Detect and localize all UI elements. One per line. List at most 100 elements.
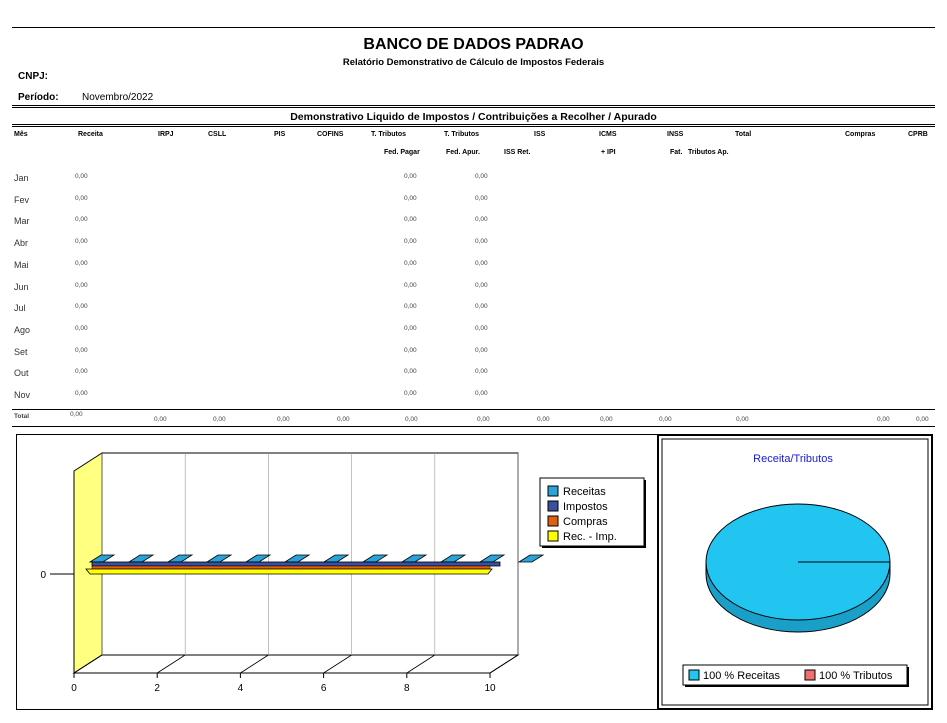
row-month: Out <box>14 368 29 379</box>
row-month: Ago <box>14 324 31 335</box>
row-fed-pagar: 0,00 <box>404 173 417 180</box>
totals-rule-bottom <box>12 426 935 427</box>
legend-swatch <box>547 515 559 527</box>
row-month: Jan <box>14 173 29 183</box>
report-subtitle: Relatório Demonstrativo de Cálculo de Im… <box>342 57 605 68</box>
legend-swatch <box>547 485 559 497</box>
row-fed-apur: 0,00 <box>475 281 488 289</box>
row-month: Fev <box>14 194 30 205</box>
bar-chart: 0 2 4 6 8 10 0 Receitas Impostos Compras Rec. - Im… <box>16 434 658 710</box>
total-value: 0,00 <box>213 416 226 423</box>
col-icms-2: + IPI <box>601 149 616 156</box>
totals-rule <box>12 409 935 410</box>
pie-legend-swatch <box>688 669 700 681</box>
row-fed-apur: 0,00 <box>475 303 488 311</box>
section-rule-top-2 <box>12 107 935 108</box>
total-value: 0,00 <box>405 416 418 423</box>
row-month: Jul <box>14 303 26 314</box>
col-fed-pagar: T. Tributos <box>371 131 406 138</box>
section-rule-bottom-2 <box>12 126 935 127</box>
col-total: Total <box>735 131 752 138</box>
row-receita: 0,00 <box>75 238 88 246</box>
x-tick-label: 2 <box>154 683 160 694</box>
col-receita: Receita <box>78 131 103 138</box>
plot-floor <box>72 654 520 674</box>
legend-swatch <box>547 530 559 542</box>
row-fed-pagar: 0,00 <box>404 368 417 376</box>
total-value: 0,00 <box>277 416 290 423</box>
row-month: Abr <box>14 238 29 249</box>
row-fed-apur: 0,00 <box>475 346 488 354</box>
y-tick-label: 0 <box>40 570 46 581</box>
section-title: Demonstrativo Liquido de Impostos / Cont… <box>290 111 657 123</box>
total-value: 0,00 <box>154 416 167 423</box>
legend-label: Impostos <box>563 501 608 513</box>
row-fed-apur: 0,00 <box>475 324 488 332</box>
row-receita: 0,00 <box>75 173 88 180</box>
row-receita: 0,00 <box>75 390 88 397</box>
x-tick-label: 6 <box>321 683 327 694</box>
col-csll: CSLL <box>208 131 227 138</box>
totals-label: Total <box>14 413 30 420</box>
row-fed-pagar: 0,00 <box>404 303 417 311</box>
section-rule-top <box>12 105 935 106</box>
row-fed-pagar: 0,00 <box>404 194 417 202</box>
row-fed-apur: 0,00 <box>475 173 488 180</box>
row-fed-pagar: 0,00 <box>404 259 417 267</box>
pie-legend-swatch <box>804 669 816 681</box>
row-fed-apur: 0,00 <box>475 238 488 246</box>
row-receita: 0,00 <box>75 194 88 202</box>
bar-impostos <box>91 561 501 567</box>
row-fed-pagar: 0,00 <box>404 216 417 224</box>
x-tick-label: 10 <box>484 683 496 694</box>
total-value: 0,00 <box>877 416 890 423</box>
top-rule <box>12 27 935 28</box>
section-rule-bottom <box>12 124 935 125</box>
col-cprb: CPRB <box>908 131 928 138</box>
col-icms: ICMS <box>599 131 617 138</box>
total-value: 0,00 <box>659 416 672 423</box>
row-month: Set <box>14 346 28 357</box>
periodo-value: Novembro/2022 <box>82 92 154 103</box>
pie-legend-label: 100 % Tributos <box>819 670 893 682</box>
row-receita: 0,00 <box>75 281 88 289</box>
total-value: 0,00 <box>70 411 83 418</box>
x-tick-label: 8 <box>404 683 410 694</box>
row-receita: 0,00 <box>75 324 88 332</box>
x-tick-label: 0 <box>71 683 77 694</box>
col-irpj: IRPJ <box>158 131 174 138</box>
legend-label: Receitas <box>563 486 606 498</box>
pie-legend-label: 100 % Receitas <box>703 670 781 682</box>
total-value: 0,00 <box>337 416 350 423</box>
row-fed-pagar: 0,00 <box>404 324 417 332</box>
row-receita: 0,00 <box>75 259 88 267</box>
row-month: Nov <box>14 390 31 400</box>
row-fed-pagar: 0,00 <box>404 281 417 289</box>
row-receita: 0,00 <box>75 346 88 354</box>
total-value: 0,00 <box>477 416 490 423</box>
legend-swatch <box>547 500 559 512</box>
col-compras: Compras <box>845 131 876 138</box>
row-fed-apur: 0,00 <box>475 259 488 267</box>
row-fed-apur: 0,00 <box>475 390 488 397</box>
total-value: 0,00 <box>916 416 929 423</box>
col-iss: ISS <box>534 131 546 138</box>
cnpj-label: CNPJ: <box>18 71 49 82</box>
legend-label: Compras <box>563 516 608 528</box>
report-title: BANCO DE DADOS PADRAO <box>363 36 584 53</box>
col-mes: Mês <box>14 131 28 138</box>
pie-title: Receita/Tributos <box>753 453 833 465</box>
row-fed-pagar: 0,00 <box>404 346 417 354</box>
row-fed-apur: 0,00 <box>475 216 488 224</box>
row-month: Mai <box>14 259 29 270</box>
row-fed-apur: 0,00 <box>475 368 488 376</box>
row-month: Mar <box>14 216 30 227</box>
row-fed-pagar: 0,00 <box>404 390 417 397</box>
total-value: 0,00 <box>537 416 550 423</box>
legend-label: Rec. - Imp. <box>563 531 617 543</box>
col-fed-pagar-2: Fed. Pagar <box>384 149 420 156</box>
total-value: 0,00 <box>736 416 749 423</box>
col-iss-2: ISS Ret. <box>504 149 531 156</box>
col-pis: PIS <box>274 131 286 138</box>
row-fed-pagar: 0,00 <box>404 238 417 246</box>
